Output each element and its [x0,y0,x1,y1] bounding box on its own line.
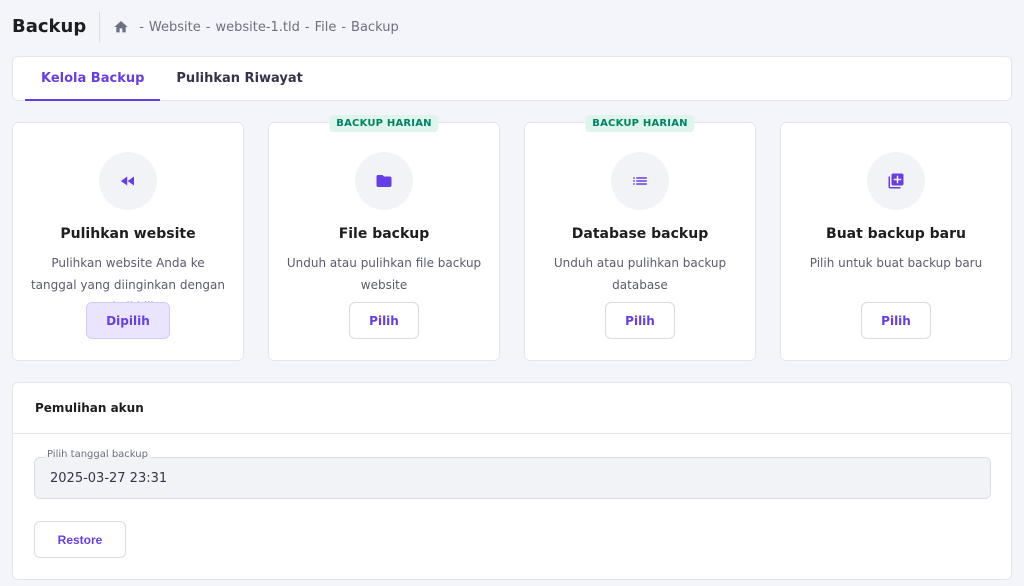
daily-backup-badge: BACKUP HARIAN [329,115,438,132]
breadcrumb-item-website[interactable]: Website [149,20,201,35]
tab-kelola-backup[interactable]: Kelola Backup [25,57,160,100]
page-title: Backup [12,12,100,42]
breadcrumb-item-file[interactable]: File [315,20,337,35]
restore-button[interactable]: Restore [34,521,126,558]
card-title: Buat backup baru [781,226,1011,242]
breadcrumb-separator: - [341,20,346,35]
account-restore-panel: Pemulihan akun 2025-03-27 23:31 Pilih ta… [12,382,1012,580]
select-button[interactable]: Pilih [861,302,931,339]
breadcrumb-item-domain[interactable]: website-1.tld [215,20,299,35]
select-button[interactable]: Pilih [605,302,675,339]
card-title: Pulihkan website [13,226,243,242]
card-restore-website: Pulihkan website Pulihkan website Anda k… [12,122,244,361]
tab-bar: Kelola Backup Pulihkan Riwayat [12,56,1012,101]
list-icon [611,152,669,210]
selected-button[interactable]: Dipilih [86,302,170,339]
select-button[interactable]: Pilih [349,302,419,339]
backup-date-label: Pilih tanggal backup [44,449,151,460]
breadcrumb-separator: - [139,20,144,35]
panel-title: Pemulihan akun [13,383,1011,434]
home-icon[interactable] [113,19,129,35]
card-file-backup: BACKUP HARIAN File backup Unduh atau pul… [268,122,500,361]
backup-date-select[interactable]: 2025-03-27 23:31 [34,457,991,499]
breadcrumb-separator: - [305,20,310,35]
backup-date-value: 2025-03-27 23:31 [50,471,167,486]
breadcrumb: - Website - website-1.tld - File - Backu… [113,19,398,35]
rewind-icon [99,152,157,210]
daily-backup-badge: BACKUP HARIAN [585,115,694,132]
folder-icon [355,152,413,210]
card-database-backup: BACKUP HARIAN Database backup Unduh atau… [524,122,756,361]
breadcrumb-item-backup: Backup [351,20,399,35]
backup-options: Pulihkan website Pulihkan website Anda k… [12,122,1012,361]
breadcrumb-separator: - [206,20,211,35]
card-title: Database backup [525,226,755,242]
card-description: Unduh atau pulihkan backup database [539,252,741,296]
card-title: File backup [269,226,499,242]
add-box-icon [867,152,925,210]
page-header: Backup - Website - website-1.tld - File … [12,12,399,42]
tab-pulihkan-riwayat[interactable]: Pulihkan Riwayat [160,57,318,100]
card-new-backup: Buat backup baru Pilih untuk buat backup… [780,122,1012,361]
card-description: Unduh atau pulihkan file backup website [283,252,485,296]
card-description: Pilih untuk buat backup baru [795,252,997,274]
